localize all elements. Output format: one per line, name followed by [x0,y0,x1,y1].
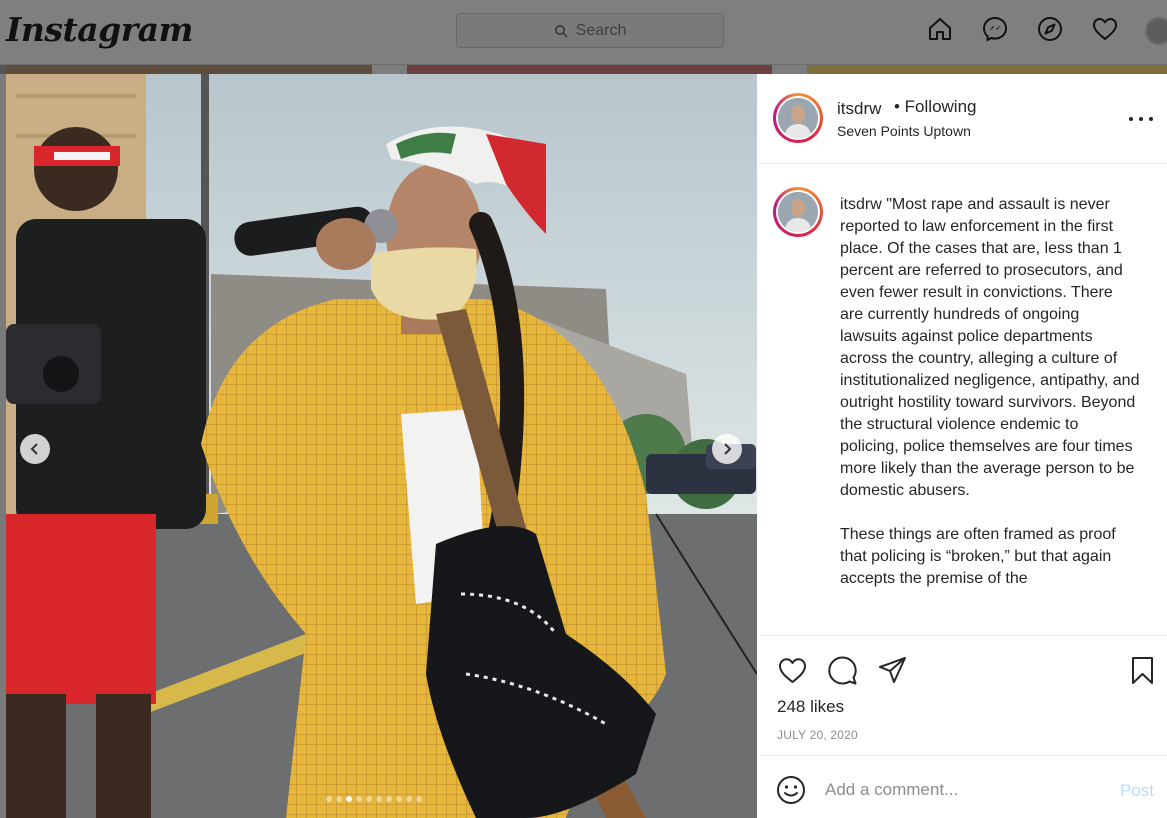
emoji-button[interactable] [776,775,806,805]
more-dot-icon [1149,117,1153,121]
search-placeholder: Search [575,21,627,39]
caption-scroll-area[interactable]: itsdrw "Most rape and assault is never r… [757,165,1167,635]
post-location[interactable]: Seven Points Uptown [837,123,971,139]
carousel-dot [386,796,392,802]
comment-icon [827,656,857,684]
activity-heart-icon[interactable] [1090,14,1120,44]
caption-paragraph-2: These things are often framed as proof t… [840,526,1116,587]
bookmark-icon [1131,656,1153,684]
more-dot-icon [1139,117,1143,121]
following-status[interactable]: • Following [894,97,977,117]
carousel-next-button[interactable] [712,434,742,464]
carousel-dot [356,796,362,802]
likes-count[interactable]: 248 likes [777,697,844,717]
caption-body-1: "Most rape and assault is never reported… [840,196,1140,499]
comment-button[interactable] [825,653,859,687]
heart-icon [778,657,806,683]
paper-plane-icon [878,656,906,683]
post-detail-panel: itsdrw • Following Seven Points Uptown i… [757,74,1167,818]
carousel-dot [346,796,352,802]
chevron-left-icon [30,443,38,455]
caption-author-avatar[interactable] [773,187,823,237]
post-date[interactable]: JULY 20, 2020 [777,728,858,742]
background-feed-strip [0,65,1167,74]
messenger-icon[interactable] [980,14,1010,44]
post-actions: 248 likes JULY 20, 2020 [757,635,1167,755]
more-dot-icon [1129,117,1133,121]
carousel-dot [416,796,422,802]
post-comment-button[interactable]: Post [1120,781,1154,801]
carousel-dot [366,796,372,802]
chevron-right-icon [724,443,732,455]
carousel-dot [396,796,402,802]
profile-avatar[interactable] [1145,17,1167,45]
caption-paragraph-1: itsdrw "Most rape and assault is never r… [840,194,1140,502]
add-comment-bar: Post [757,755,1167,818]
protest-photo-image [6,74,757,818]
author-username[interactable]: itsdrw [837,99,881,119]
carousel-indicator [326,796,422,802]
post-photo[interactable] [6,74,757,818]
carousel-dot [406,796,412,802]
like-button[interactable] [775,653,809,687]
top-navigation-bar: Instagram Search [0,0,1167,65]
comment-input[interactable] [825,776,1105,804]
carousel-dot [336,796,342,802]
home-icon[interactable] [925,14,955,44]
carousel-prev-button[interactable] [20,434,50,464]
caption-username[interactable]: itsdrw [840,196,882,213]
instagram-logo[interactable]: Instagram [6,10,193,49]
save-button[interactable] [1125,653,1159,687]
carousel-dot [326,796,332,802]
search-box[interactable]: Search [456,13,724,48]
carousel-dot [376,796,382,802]
author-avatar-image [778,98,818,138]
caption-avatar-image [778,192,818,232]
author-avatar[interactable] [773,93,823,143]
post-header: itsdrw • Following Seven Points Uptown [757,74,1167,164]
explore-icon[interactable] [1035,14,1065,44]
emoji-smile-icon [777,776,805,804]
more-options-button[interactable] [1129,112,1153,126]
share-button[interactable] [875,653,909,687]
search-icon [554,24,568,38]
caption-text: itsdrw "Most rape and assault is never r… [840,194,1140,612]
